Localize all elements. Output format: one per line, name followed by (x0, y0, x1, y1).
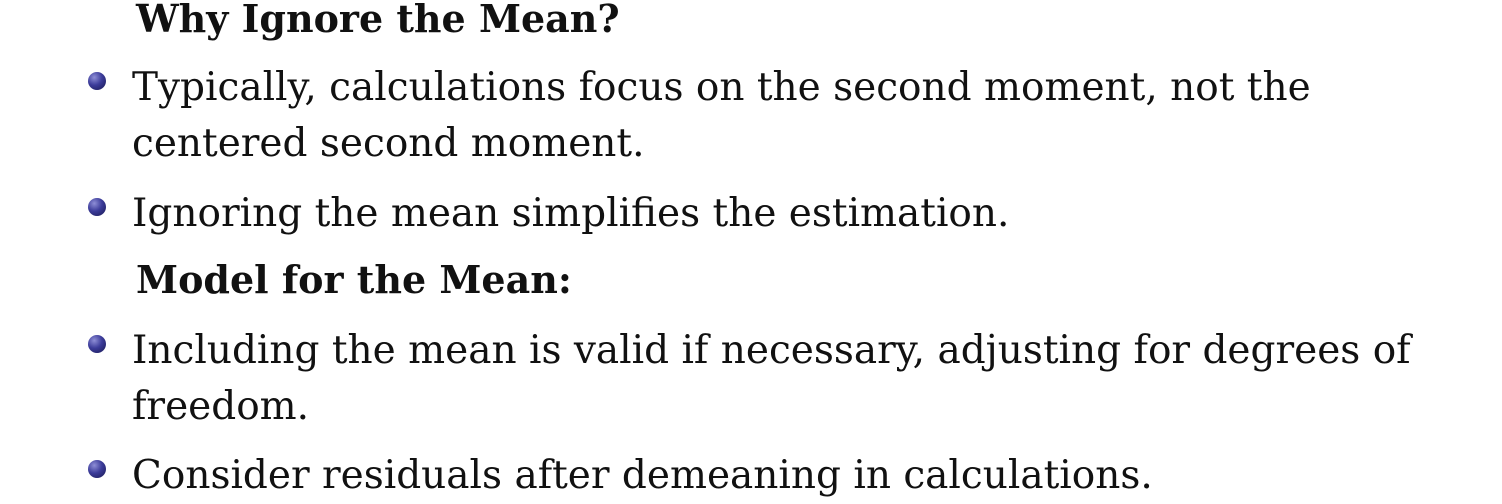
bullet-icon (88, 460, 106, 478)
bullet-icon (88, 335, 106, 353)
bullet-icon (88, 198, 106, 216)
slide: Why Ignore the Mean? Typically, calculat… (0, 0, 1502, 499)
bullet-icon (88, 72, 106, 90)
bullet-text: Ignoring the mean simplifies the estimat… (132, 191, 1010, 236)
bullet-text: Including the mean is valid if necessary… (132, 328, 1411, 429)
bullet-text: Consider residuals after demeaning in ca… (132, 453, 1153, 498)
section-heading-model-for-mean: Model for the Mean: (136, 257, 572, 302)
section-heading-why-ignore-mean: Why Ignore the Mean? (136, 0, 620, 41)
bullet-text: Typically, calculations focus on the sec… (132, 65, 1311, 166)
